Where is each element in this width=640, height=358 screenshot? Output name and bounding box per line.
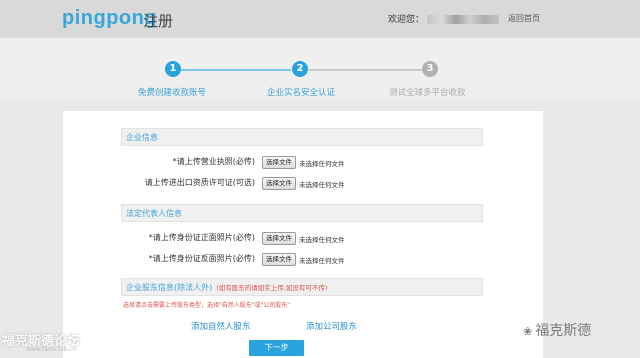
top-header: pingpong 注册 欢迎您： 返回首页	[0, 0, 640, 38]
legal-rep-header: 法定代表人信息	[121, 204, 483, 222]
shareholders-header: 企业股东信息(除法人外) (如有股东的请如实上传,如没有可不传)	[121, 278, 483, 296]
step-1-label: 免费创建收款账号	[138, 88, 207, 98]
id-back-upload-label: *请上传身份证反面照片(必传)	[148, 254, 255, 263]
redacted-username	[427, 15, 500, 24]
add-natural-shareholder-link[interactable]: 添加自然人股东	[191, 320, 251, 332]
import-license-choose-file-button[interactable]: 选择文件	[262, 177, 296, 190]
step-connector-1	[181, 69, 291, 71]
license-choose-file-button[interactable]: 选择文件	[262, 156, 296, 169]
shareholder-type-hint: 选择请点击需要上传股东类型，选择"自然人股东"或"公司股东"	[123, 302, 291, 309]
step-3-circle: 3	[422, 61, 438, 77]
id-back-choose-file-button[interactable]: 选择文件	[262, 253, 296, 266]
welcome-text: 欢迎您：	[388, 12, 500, 25]
company-info-header: 企业信息	[121, 128, 483, 146]
id-front-choose-file-button[interactable]: 选择文件	[262, 232, 296, 245]
import-license-upload-label: 请上传进出口资质许可证(可选)	[144, 178, 255, 187]
id-front-upload-label: *请上传身份证正面照片(必传)	[148, 233, 255, 242]
license-upload-label: *请上传营业执照(必传)	[172, 157, 255, 166]
id-front-file-status: 未选择任何文件	[299, 236, 345, 244]
wechat-icon: ❀	[523, 325, 533, 338]
step-3-label: 测试全球多平台收款	[389, 88, 466, 98]
legal-rep-title: 法定代表人信息	[126, 209, 182, 218]
wechat-watermark-text: 福克斯德	[535, 323, 592, 339]
shareholders-title: 企业股东信息(除法人外)	[126, 283, 213, 292]
welcome-label: 欢迎您：	[388, 15, 425, 25]
license-file-status: 未选择任何文件	[299, 160, 345, 168]
shareholders-note: (如有股东的请如实上传,如没有可不传)	[216, 284, 328, 292]
add-company-shareholder-link[interactable]: 添加公司股东	[306, 320, 357, 332]
step-2-label: 企业实名安全认证	[267, 88, 336, 98]
forum-watermark-url: www.faxsclub.cn	[26, 346, 77, 353]
home-link[interactable]: 返回首页	[508, 13, 540, 24]
import-license-file-status: 未选择任何文件	[299, 181, 345, 189]
next-step-button[interactable]: 下一步	[249, 340, 304, 356]
page-title: 注册	[143, 12, 174, 30]
wechat-watermark: ❀ 福克斯德	[523, 320, 591, 340]
company-info-title: 企业信息	[126, 133, 158, 142]
step-1-circle: 1	[165, 61, 181, 77]
id-back-file-status: 未选择任何文件	[299, 257, 345, 265]
step-2-circle: 2	[292, 61, 308, 77]
step-connector-2	[309, 69, 422, 71]
